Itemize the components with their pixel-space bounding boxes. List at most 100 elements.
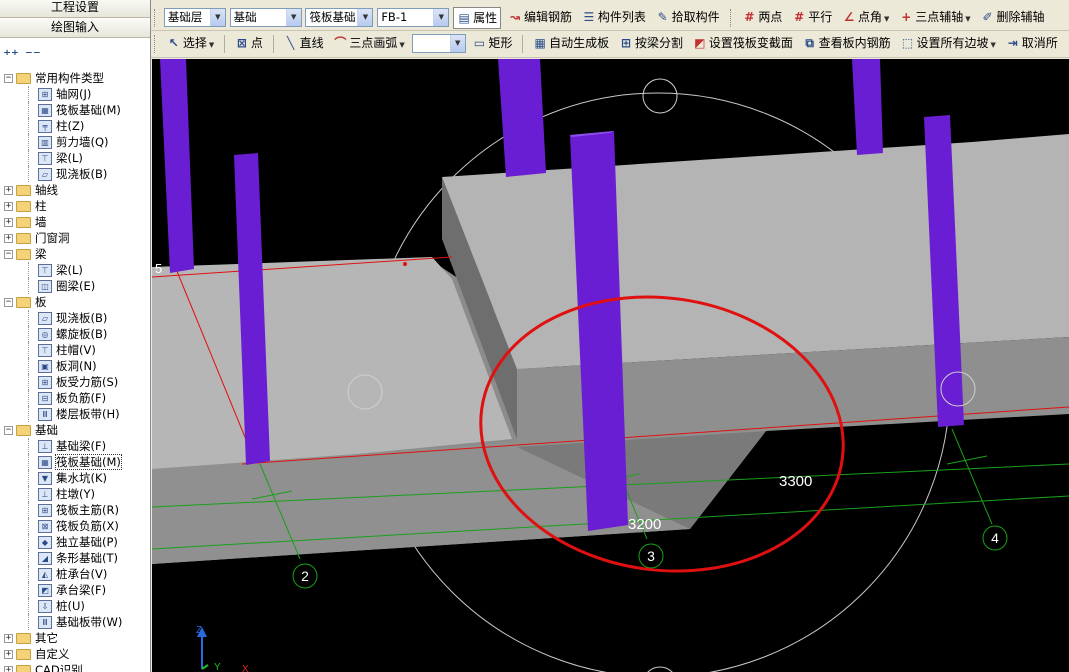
auto-slab-button[interactable]: ▦ 自动生成板 (530, 33, 612, 55)
type-select[interactable]: 筏板基础 ▼ (305, 8, 374, 27)
tree-folder[interactable]: + 墙 (0, 214, 150, 230)
tree-item[interactable]: ▦ 筏板基础(M) (0, 454, 150, 470)
tree-item[interactable]: ▣ 板洞(N) (0, 358, 150, 374)
tree-item[interactable]: ◎ 螺旋板(B) (0, 326, 150, 342)
toolbar-grip[interactable] (154, 9, 157, 27)
project-settings-tab[interactable]: 工程设置 (0, 0, 150, 18)
tree-item[interactable]: ⊠ 筏板负筋(X) (0, 518, 150, 534)
3d-viewport[interactable]: 3300 3200 2 3 4 5 Z Y X (152, 59, 1069, 672)
line-icon: ╲ (286, 36, 295, 50)
tree-folder[interactable]: + 自定义 (0, 646, 150, 662)
expand-icon[interactable]: + (4, 666, 13, 672)
orbit-handle[interactable] (643, 666, 677, 672)
tree-folder[interactable]: + 轴线 (0, 182, 150, 198)
pick-component-button[interactable]: ✎ 拾取构件 (653, 7, 723, 29)
tree-item[interactable]: ▱ 现浇板(B) (0, 166, 150, 182)
tree-item[interactable]: ◩ 承台梁(F) (0, 582, 150, 598)
collapse-icon[interactable]: − (4, 74, 13, 83)
column[interactable] (852, 59, 883, 155)
tree-item[interactable]: ⊤ 梁(L) (0, 150, 150, 166)
tree-item[interactable]: ◆ 独立基础(P) (0, 534, 150, 550)
two-points-button[interactable]: # 两点 (739, 7, 785, 29)
ring-beam-icon: ◫ (38, 280, 52, 293)
set-slopes-button[interactable]: ⬚ 设置所有边坡 ▼ (898, 33, 999, 55)
properties-button[interactable]: ▤ 属性 (453, 7, 502, 29)
column[interactable] (160, 59, 194, 273)
floor-select[interactable]: 基础层 ▼ (163, 8, 226, 27)
tree-item[interactable]: Ⅲ 基础板带(W) (0, 614, 150, 630)
slab-icon: ▱ (38, 312, 52, 325)
tree-item[interactable]: Ⅲ 楼层板带(H) (0, 406, 150, 422)
view-rebar-button[interactable]: ⧉ 查看板内钢筋 (800, 33, 894, 55)
folder-icon (16, 649, 31, 660)
expand-icon[interactable]: + (4, 202, 13, 211)
folder-icon (16, 425, 31, 436)
tree-item[interactable]: ╤ 柱(Z) (0, 118, 150, 134)
tree-item[interactable]: ⊥ 柱墩(Y) (0, 486, 150, 502)
point-angle-button[interactable]: ∠ 点角 ▼ (839, 7, 892, 29)
expand-icon[interactable]: + (4, 218, 13, 227)
tree-folder[interactable]: − 常用构件类型 (0, 70, 150, 86)
line-button[interactable]: ╲ 直线 (281, 33, 327, 55)
expand-icon[interactable]: + (4, 186, 13, 195)
component-list-button[interactable]: ☰ 构件列表 (579, 7, 649, 29)
split-icon: ⊞ (620, 36, 632, 50)
tree-item[interactable]: ◢ 条形基础(T) (0, 550, 150, 566)
arc-value-select[interactable]: ▼ (411, 34, 466, 53)
raft-icon: ▦ (38, 456, 52, 469)
collapse-icon[interactable]: − (4, 298, 13, 307)
tree-item[interactable]: ◭ 桩承台(V) (0, 566, 150, 582)
toolbar-grip[interactable] (729, 9, 733, 27)
tree-item[interactable]: ▱ 现浇板(B) (0, 310, 150, 326)
expand-all-icon[interactable]: ⁺⁺ (2, 47, 20, 65)
delete-axis-button[interactable]: ✐ 删除辅轴 (978, 7, 1048, 29)
draw-toolbar: ↖ 选择 ▼ ⊠ 点 ╲ 直线 ⌒ 三点画弧 ▼ ▼ ▭ 矩形 ▦ 自动生成板 ⊞ 按梁分割 ◩ 设… (151, 31, 1069, 58)
tree-item[interactable]: ▥ 剪力墙(Q) (0, 134, 150, 150)
tree-item[interactable]: ⇩ 桩(U) (0, 598, 150, 614)
collapse-all-icon[interactable]: ⁻⁻ (24, 47, 42, 65)
orbit-handle[interactable] (642, 78, 678, 114)
element-select[interactable]: FB-1 ▼ (377, 8, 450, 27)
tree-folder[interactable]: − 基础 (0, 422, 150, 438)
tree-label: 柱帽(V) (56, 343, 96, 357)
tree-item[interactable]: ⊤ 柱帽(V) (0, 342, 150, 358)
select-button[interactable]: ↖ 选择 ▼ (164, 33, 217, 55)
rect-button[interactable]: ▭ 矩形 (469, 33, 515, 55)
tree-folder[interactable]: − 梁 (0, 246, 150, 262)
tree-folder[interactable]: + 柱 (0, 198, 150, 214)
category-select[interactable]: 基础 ▼ (229, 8, 302, 27)
tree-folder[interactable]: + 门窗洞 (0, 230, 150, 246)
tree-folder[interactable]: + CAD识别 (0, 662, 150, 672)
collapse-icon[interactable]: − (4, 426, 13, 435)
tree-item[interactable]: ⊤ 梁(L) (0, 262, 150, 278)
tree-item[interactable]: ⊟ 板负筋(F) (0, 390, 150, 406)
parallel-label: 平行 (808, 10, 833, 24)
tree-item[interactable]: ⊥ 基础梁(F) (0, 438, 150, 454)
tree-item[interactable]: ⊞ 轴网(J) (0, 86, 150, 102)
set-section-button[interactable]: ◩ 设置筏板变截面 (690, 33, 796, 55)
column[interactable] (498, 59, 546, 177)
tree-item[interactable]: ⊞ 筏板主筋(R) (0, 502, 150, 518)
parallel-button[interactable]: # 平行 (789, 7, 835, 29)
folder-icon (16, 665, 31, 672)
tree-item[interactable]: ⊞ 板受力筋(S) (0, 374, 150, 390)
split-by-beam-button[interactable]: ⊞ 按梁分割 (616, 33, 686, 55)
point-button[interactable]: ⊠ 点 (232, 33, 266, 55)
parallel-icon: # (794, 10, 805, 24)
tree-item[interactable]: ▦ 筏板基础(M) (0, 102, 150, 118)
three-point-axis-button[interactable]: + 三点辅轴 ▼ (896, 7, 973, 29)
tree-item[interactable]: ▼ 集水坑(K) (0, 470, 150, 486)
arc-button[interactable]: ⌒ 三点画弧 ▼ (330, 33, 407, 55)
tree-folder[interactable]: + 其它 (0, 630, 150, 646)
tree-item[interactable]: ◫ 圈梁(E) (0, 278, 150, 294)
expand-icon[interactable]: + (4, 634, 13, 643)
collapse-icon[interactable]: − (4, 250, 13, 259)
tree-label: 剪力墙(Q) (56, 135, 109, 149)
edit-rebar-button[interactable]: ↝ 编辑钢筋 (505, 7, 575, 29)
tree-folder[interactable]: − 板 (0, 294, 150, 310)
expand-icon[interactable]: + (4, 234, 13, 243)
expand-icon[interactable]: + (4, 650, 13, 659)
cancel-button[interactable]: ⇥ 取消所 (1003, 33, 1061, 55)
toolbar-grip[interactable] (154, 35, 157, 53)
drawing-input-tab[interactable]: 绘图输入 (0, 18, 150, 38)
